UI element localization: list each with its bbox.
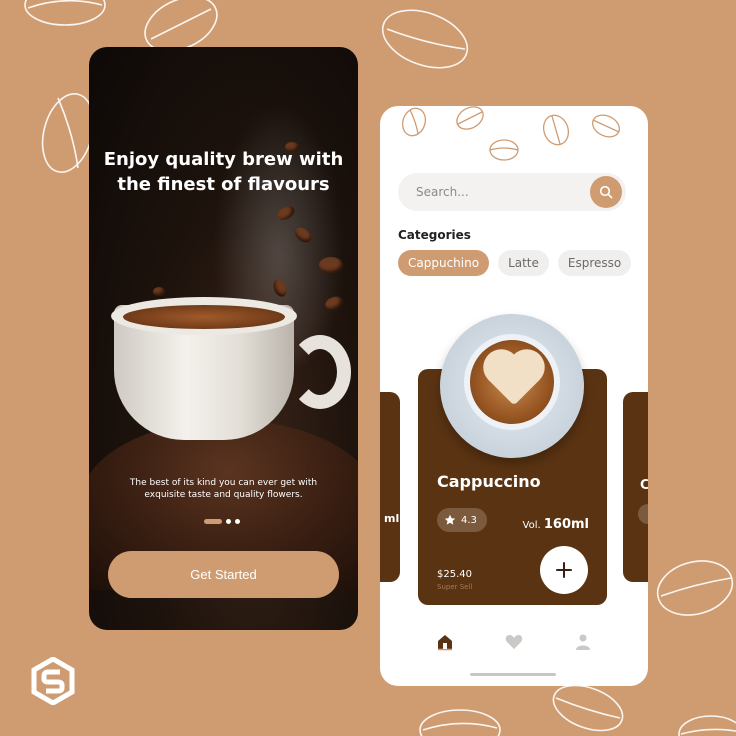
bottom-nav bbox=[380, 631, 648, 653]
heart-latte-art bbox=[488, 354, 540, 406]
cappuccino-cup-image bbox=[440, 314, 584, 458]
side-card-rating bbox=[638, 504, 648, 524]
coffee-bean-decoration bbox=[678, 715, 736, 736]
volume: Vol. 160ml bbox=[523, 517, 589, 532]
side-card-volume: ml bbox=[384, 512, 400, 525]
price-note: Super Sell bbox=[437, 583, 473, 591]
product-price: $25.40 bbox=[437, 569, 472, 580]
side-card-name: C bbox=[640, 478, 648, 493]
volume-value: 160ml bbox=[543, 517, 589, 532]
cup-coffee-surface bbox=[123, 305, 285, 329]
product-card-next[interactable]: C bbox=[623, 392, 648, 582]
coffee-bean-decoration bbox=[419, 709, 501, 736]
product-name: Cappuccino bbox=[437, 472, 541, 491]
coffee-bean-decoration bbox=[24, 0, 106, 26]
add-to-cart-button[interactable] bbox=[540, 546, 588, 594]
coffee-bean-decoration bbox=[381, 9, 469, 69]
categories-title: Categories bbox=[398, 228, 471, 242]
category-chip-cappuchino[interactable]: Cappuchino bbox=[398, 250, 490, 276]
latte-art bbox=[464, 334, 560, 430]
user-icon[interactable] bbox=[572, 631, 594, 653]
heart-icon[interactable] bbox=[503, 631, 525, 653]
coffee-bean-decoration bbox=[552, 684, 624, 732]
page-dot[interactable] bbox=[226, 519, 231, 524]
home-indicator-bar bbox=[470, 673, 556, 676]
coffee-bean-decoration bbox=[656, 560, 734, 616]
get-started-button[interactable]: Get Started bbox=[108, 551, 339, 598]
coffee-bean-decoration bbox=[144, 0, 218, 52]
page-indicator bbox=[204, 519, 240, 524]
search-placeholder: Search... bbox=[416, 185, 469, 199]
category-chip-espresso[interactable]: Espresso bbox=[557, 250, 632, 276]
hexagon-s-logo-icon bbox=[31, 657, 75, 705]
cup-handle bbox=[289, 335, 351, 409]
volume-label: Vol. bbox=[522, 520, 541, 531]
page-dot-active[interactable] bbox=[204, 519, 222, 524]
search-icon bbox=[599, 185, 613, 199]
category-chips: Cappuchino Latte Espresso bbox=[398, 250, 632, 276]
coffee-bean-header-decoration bbox=[401, 106, 621, 161]
page-dot[interactable] bbox=[235, 519, 240, 524]
search-button[interactable] bbox=[590, 176, 622, 208]
home-screen: Search... Categories Cappuchino Latte Es… bbox=[380, 106, 648, 686]
flying-bean bbox=[319, 257, 343, 273]
category-chip-latte[interactable]: Latte bbox=[498, 250, 549, 276]
search-input[interactable]: Search... bbox=[398, 173, 626, 211]
flying-bean bbox=[153, 287, 165, 296]
onboarding-headline: Enjoy quality brew with the finest of fl… bbox=[103, 149, 344, 195]
star-icon bbox=[444, 514, 456, 525]
rating-value: 4.3 bbox=[461, 514, 477, 526]
product-card-previous[interactable]: ml bbox=[380, 392, 400, 582]
plus-icon bbox=[556, 562, 572, 578]
rating-badge: 4.3 bbox=[437, 508, 487, 532]
home-icon[interactable] bbox=[434, 631, 456, 653]
onboarding-screen: Enjoy quality brew with the finest of fl… bbox=[89, 47, 358, 630]
onboarding-description: The best of its kind you can ever get wi… bbox=[129, 478, 318, 500]
